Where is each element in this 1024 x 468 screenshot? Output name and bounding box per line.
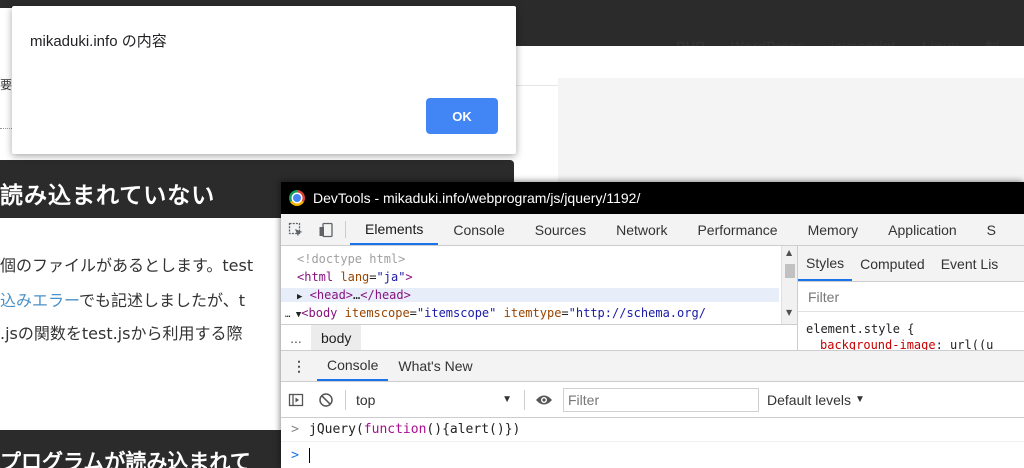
dom-body-node[interactable]: … ▼<body itemscope="itemscope" itemtype=… (285, 306, 706, 320)
elements-scrollbar[interactable]: ▲ ▼ (781, 246, 797, 330)
device-toggle-icon[interactable] (311, 214, 341, 245)
tab-separator (345, 221, 346, 238)
drawer-menu-icon[interactable]: ⋮ (281, 351, 317, 381)
scroll-thumb[interactable] (785, 264, 795, 278)
live-expression-eye-icon[interactable] (529, 393, 559, 407)
expand-triangle-icon[interactable]: ▶ (297, 292, 302, 302)
elements-dom-tree: <!doctype html> <html lang="ja"> ▶ <head… (281, 246, 797, 330)
tab-memory[interactable]: Memory (793, 214, 874, 245)
tab-network[interactable]: Network (601, 214, 682, 245)
drawer-tab-bar: ⋮ Console What's New (281, 350, 1024, 382)
console-prompt-input[interactable]: > (281, 443, 1024, 467)
style-rule-selector[interactable]: element.style { (806, 322, 914, 336)
paragraph-line-1: 個のファイルがあるとします。test (0, 256, 254, 275)
tab-elements[interactable]: Elements (350, 214, 439, 245)
console-filter-input[interactable]: Filter (563, 387, 759, 412)
toolbar-separator (345, 389, 346, 410)
log-levels-dropdown[interactable]: Default levels ▼ (767, 392, 865, 408)
text-caret (309, 447, 310, 463)
dropdown-arrow-icon: ▼ (502, 394, 512, 405)
lead-text-fragment: 要 (0, 78, 13, 92)
alert-dialog: mikaduki.info の内容 OK (12, 6, 516, 154)
paragraph-line-3: .jsの関数をtest.jsから利用する際 (0, 324, 243, 343)
styles-filter-input[interactable]: Filter (798, 282, 1024, 312)
tab-security[interactable]: S (972, 214, 1011, 245)
section-heading-2: プログラムが読み込まれて (0, 450, 251, 468)
chrome-icon (289, 190, 305, 206)
scroll-down-icon[interactable]: ▼ (786, 308, 792, 317)
scroll-up-icon[interactable]: ▲ (786, 248, 792, 257)
inspect-element-icon[interactable] (281, 214, 311, 245)
devtools-titlebar: DevTools - mikaduki.info/webprogram/js/j… (281, 182, 1024, 214)
console-output: > jQuery(function (){alert()}) > (281, 418, 1024, 468)
alert-title: mikaduki.info の内容 (30, 33, 167, 50)
devtools-window-title: DevTools - mikaduki.info/webprogram/js/j… (313, 190, 641, 206)
context-value: top (356, 391, 376, 408)
styles-sidebar: Styles Computed Event Lis Filter element… (797, 246, 1024, 352)
alert-ok-button[interactable]: OK (426, 98, 498, 134)
styles-tab-bar: Styles Computed Event Lis (798, 246, 1024, 282)
breadcrumb-ellipsis[interactable]: ... (281, 330, 311, 346)
paragraph-line-2: 込みエラーでも記述しましたが、t (0, 291, 246, 310)
dom-doctype[interactable]: <!doctype html> (297, 252, 405, 266)
console-toolbar: top ▼ Filter Default levels ▼ (281, 382, 1024, 418)
dom-html-node[interactable]: <html lang="ja"> (297, 270, 413, 284)
prompt-chevron-icon: > (291, 447, 299, 463)
tab-event-listeners[interactable]: Event Lis (933, 246, 1007, 281)
show-sidebar-icon[interactable] (281, 392, 311, 408)
dropdown-arrow-icon: ▼ (855, 394, 865, 405)
drawer-tab-whats-new[interactable]: What's New (388, 351, 482, 381)
breadcrumb-item-body[interactable]: body (311, 324, 362, 351)
tab-styles[interactable]: Styles (798, 246, 853, 281)
tab-sources[interactable]: Sources (520, 214, 601, 245)
devtools-tab-bar: Elements Console Sources Network Perform… (281, 214, 1024, 246)
console-input-history[interactable]: > jQuery(function (){alert()}) (281, 418, 1024, 442)
site-navigation: PHP WordPress javascript Linux 制 (516, 8, 1024, 86)
breadcrumb: ... body (281, 324, 797, 351)
section-heading: 読み込まれていない (0, 183, 216, 209)
tab-performance[interactable]: Performance (682, 214, 792, 245)
toolbar-separator (524, 389, 525, 410)
tab-console[interactable]: Console (438, 214, 519, 245)
tab-computed[interactable]: Computed (852, 246, 933, 281)
context-selector[interactable]: top ▼ (350, 392, 520, 408)
tab-application[interactable]: Application (873, 214, 972, 245)
prompt-chevron-icon: > (291, 422, 299, 437)
dom-head-node[interactable]: ▶ <head>…</head> (281, 288, 779, 302)
article-link[interactable]: 込みエラー (0, 291, 79, 310)
clear-console-icon[interactable] (311, 392, 341, 408)
drawer-tab-console[interactable]: Console (317, 351, 389, 381)
devtools-window: DevTools - mikaduki.info/webprogram/js/j… (281, 182, 1024, 468)
